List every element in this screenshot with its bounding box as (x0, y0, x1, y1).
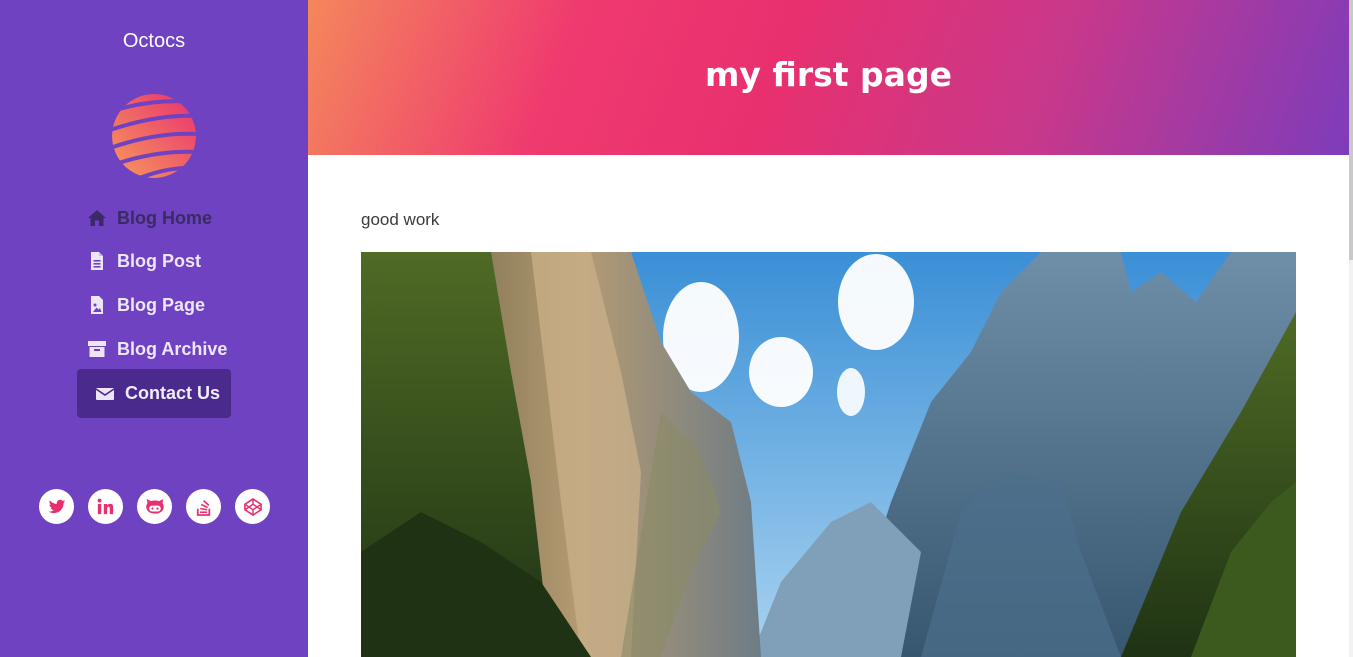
nav-label: Blog Home (117, 207, 213, 228)
body-text: good work (361, 210, 440, 229)
site-title-link[interactable]: Octocs (0, 30, 308, 53)
nav-item-blog-archive[interactable]: Blog Archive (77, 327, 237, 371)
twitter-link[interactable] (39, 489, 74, 524)
file-image-icon (87, 295, 107, 315)
nav-label: Blog Archive (117, 338, 228, 359)
nav-item-blog-page[interactable]: Blog Page (77, 283, 215, 327)
stackoverflow-icon (196, 499, 210, 516)
codepen-link[interactable] (235, 489, 270, 524)
github-icon (145, 499, 164, 514)
nav-item-contact-us[interactable]: Contact Us (77, 369, 231, 418)
codepen-icon (243, 497, 262, 516)
home-icon (87, 208, 107, 228)
nav-item-blog-post[interactable]: Blog Post (77, 239, 211, 283)
github-link[interactable] (137, 489, 172, 524)
nav-label: Contact Us (125, 383, 221, 403)
linkedin-link[interactable] (88, 489, 123, 524)
nav-item-blog-home[interactable]: Blog Home (77, 196, 222, 240)
nav-label: Blog Page (117, 294, 206, 315)
social-links (39, 489, 270, 524)
scrollbar-thumb[interactable] (1349, 0, 1353, 260)
page-title: my first page (705, 55, 952, 94)
envelope-icon (95, 384, 115, 404)
stackoverflow-link[interactable] (186, 489, 221, 524)
page-header: my first page (308, 0, 1349, 155)
archive-icon (87, 339, 107, 359)
nav-label: Blog Post (117, 250, 201, 271)
logo-sphere-icon[interactable] (110, 94, 198, 178)
main-content: good work (361, 210, 1296, 230)
file-icon (87, 251, 107, 271)
twitter-icon (48, 499, 65, 513)
linkedin-icon (97, 498, 114, 515)
sidebar: Octocs Blog Home Blog Post Blog Page Blo… (0, 0, 308, 657)
mountain-landscape-image (361, 252, 1296, 657)
vertical-scrollbar[interactable] (1349, 0, 1353, 657)
